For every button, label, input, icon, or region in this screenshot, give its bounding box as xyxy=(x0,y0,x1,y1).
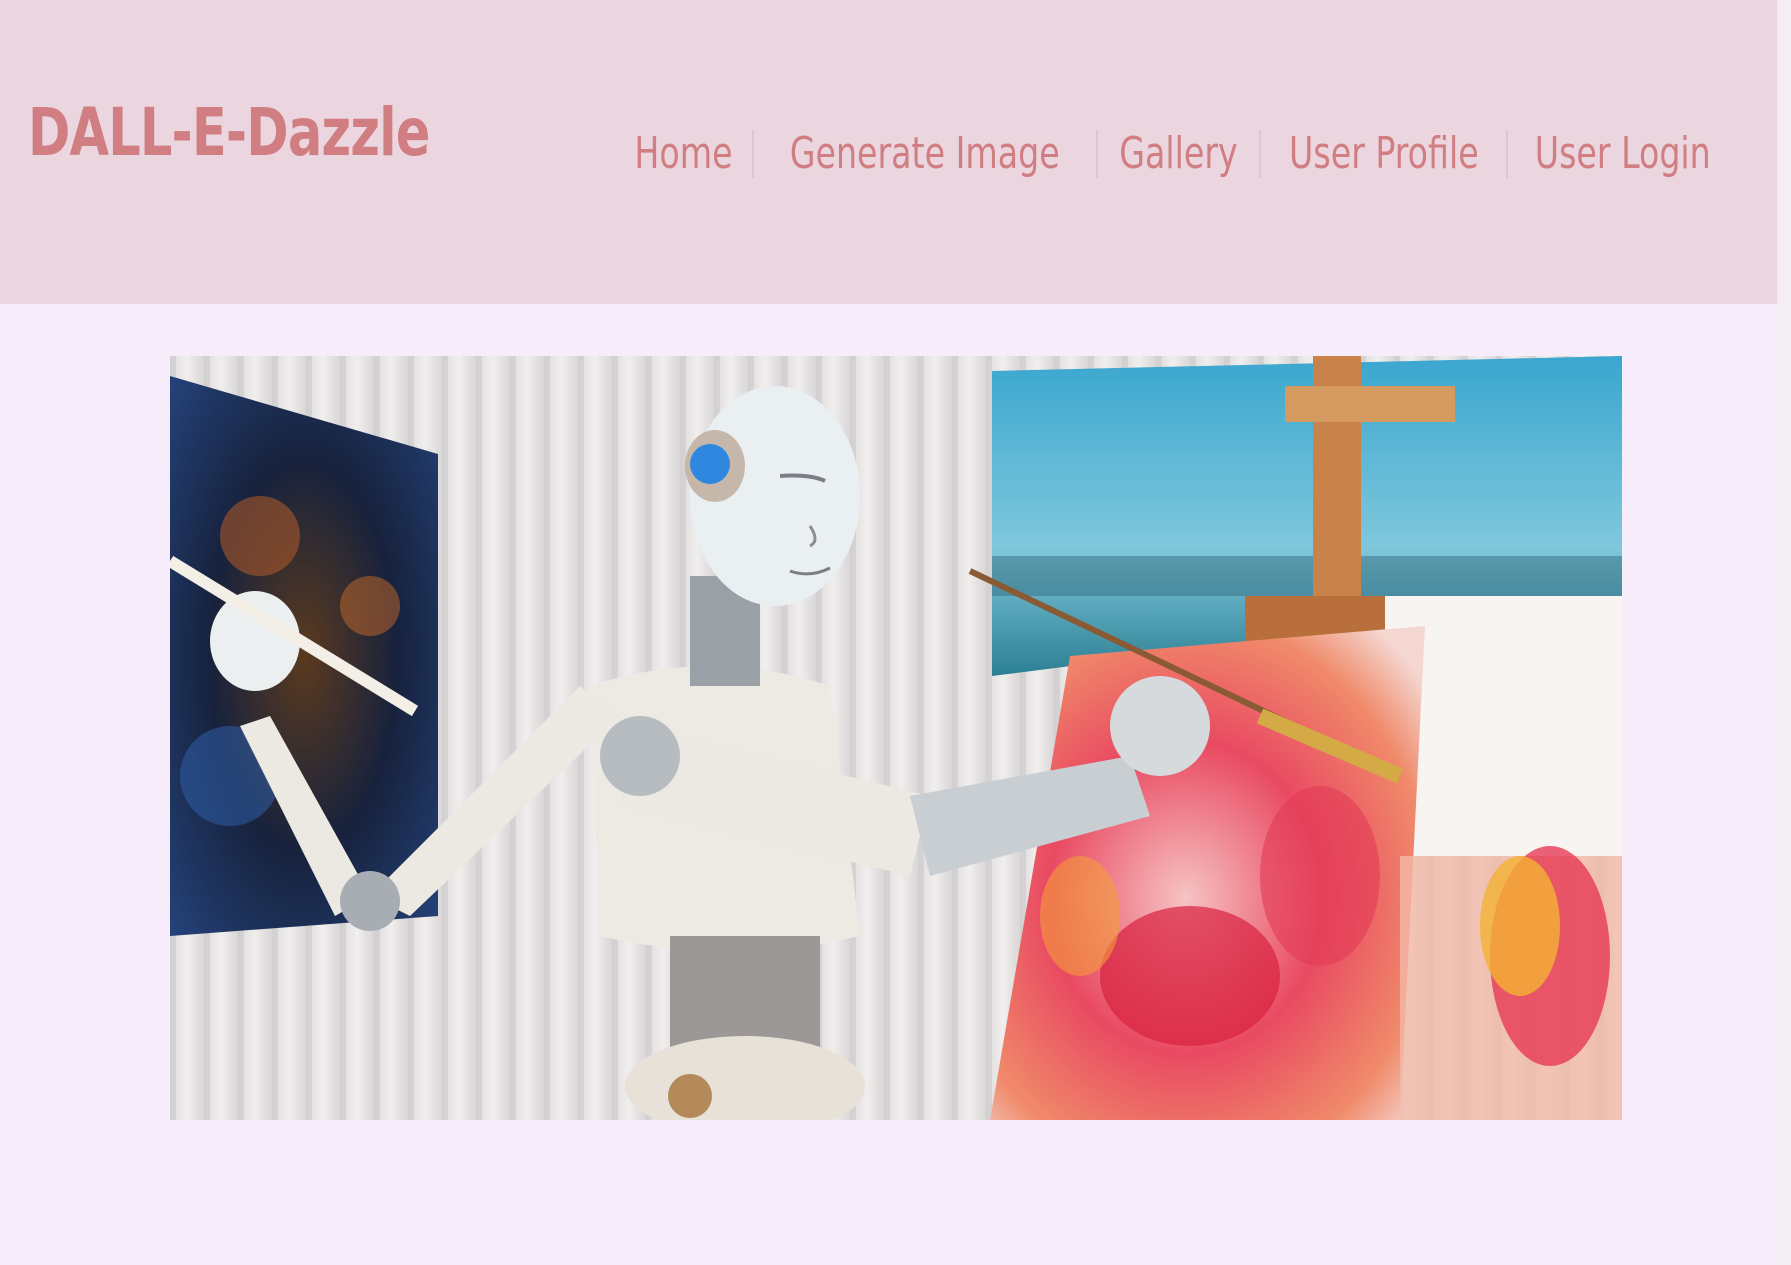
nav-home-link[interactable]: Home xyxy=(631,132,736,176)
robot-painting-illustration xyxy=(170,356,1622,1120)
nav-divider xyxy=(1095,130,1098,178)
robot-right-hand xyxy=(1110,676,1210,776)
nav-user-profile-link[interactable]: User Profile xyxy=(1285,132,1481,176)
site-logo-title[interactable]: DALL-E-Dazzle xyxy=(28,100,430,166)
site-header: DALL-E-Dazzle Home Generate Image Galler… xyxy=(0,0,1777,304)
hero-image xyxy=(170,356,1622,1120)
main-nav: Home Generate Image Gallery User Profile… xyxy=(621,128,1732,180)
page-scrollbar[interactable] xyxy=(1777,0,1791,1265)
nav-divider xyxy=(1506,130,1509,178)
nav-user-login-link[interactable]: User Login xyxy=(1532,132,1715,176)
robot-left-hand xyxy=(210,591,300,691)
nav-generate-image-link[interactable]: Generate Image xyxy=(787,132,1064,176)
nav-divider xyxy=(752,130,755,178)
nav-divider xyxy=(1258,130,1261,178)
nav-gallery-link[interactable]: Gallery xyxy=(1116,132,1241,176)
robot-ear-light xyxy=(690,444,730,484)
